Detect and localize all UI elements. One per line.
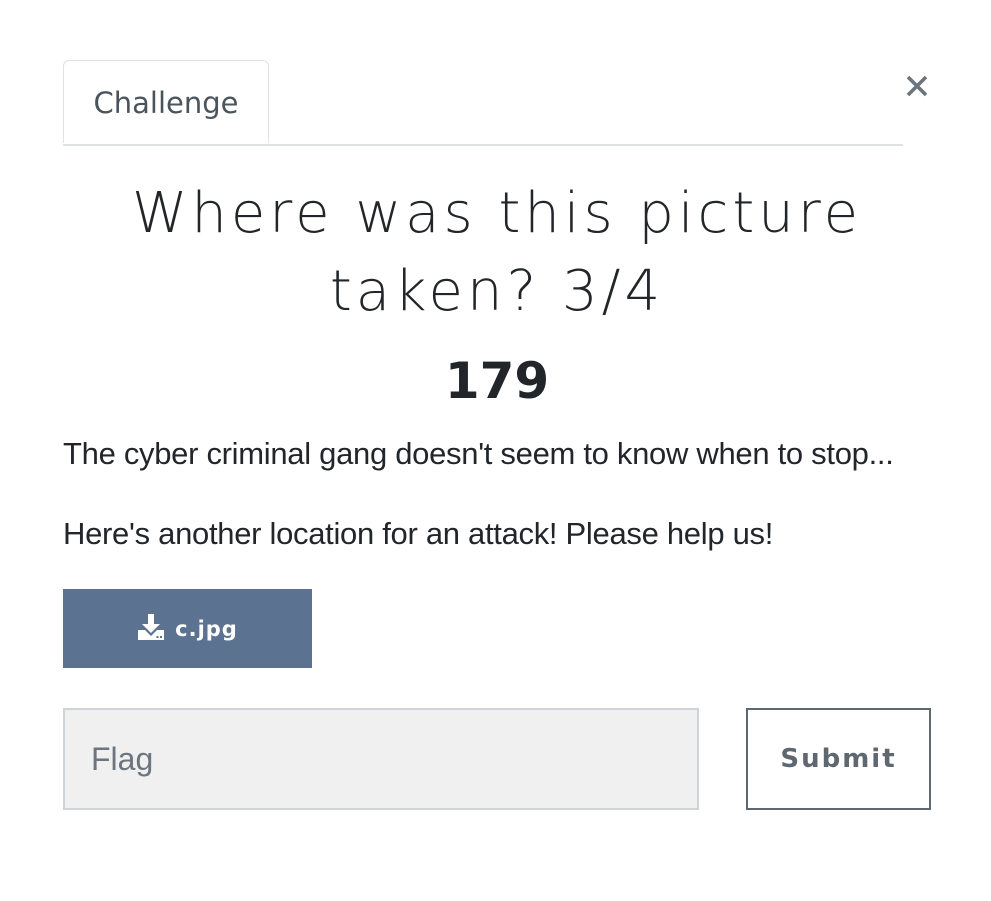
tab-challenge[interactable]: Challenge: [63, 60, 269, 143]
download-icon: [137, 613, 165, 641]
close-button[interactable]: [898, 64, 936, 108]
challenge-title: Where was this picture taken? 3/4: [131, 181, 863, 324]
close-icon: [906, 75, 928, 97]
flag-input[interactable]: [63, 708, 699, 810]
download-file-button[interactable]: c.jpg: [63, 589, 312, 668]
challenge-description: The cyber criminal gang doesn't seem to …: [63, 432, 943, 592]
description-paragraph: Here's another location for an attack! P…: [63, 516, 774, 551]
challenge-points: 179: [444, 352, 550, 410]
submit-button[interactable]: Submit: [746, 708, 931, 810]
description-paragraph: The cyber criminal gang doesn't seem to …: [63, 436, 894, 471]
tab-bar: Challenge: [63, 60, 903, 146]
tab-challenge-label: Challenge: [93, 86, 239, 120]
file-name: c.jpg: [175, 616, 238, 641]
challenge-modal: Challenge Where was this picture taken? …: [0, 0, 991, 901]
